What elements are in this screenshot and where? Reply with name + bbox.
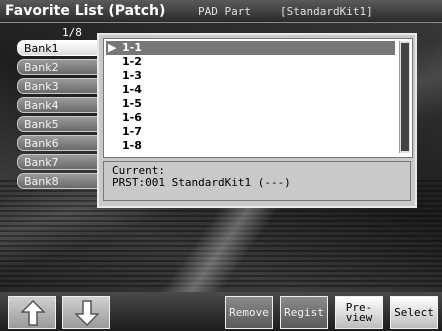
list-item-label: 1-1 [122, 41, 142, 54]
current-info-box: Current: PRST:001 StandardKit1 (---) [103, 161, 411, 201]
arrow-down-icon [75, 300, 99, 326]
list-item-label: 1-7 [122, 125, 142, 138]
page-title: Favorite List (Patch) [5, 3, 166, 19]
tab-bank2[interactable]: Bank2 [17, 59, 103, 75]
regist-button[interactable]: Regist [280, 296, 328, 329]
page-indicator: 1/8 [62, 26, 82, 39]
list-item-label: 1-4 [122, 83, 142, 96]
arrow-up-icon [21, 300, 45, 326]
list-item[interactable]: 1-7 [106, 125, 395, 139]
select-button[interactable]: Select [390, 296, 438, 329]
tab-bank8[interactable]: Bank8 [17, 173, 103, 189]
down-button[interactable] [62, 296, 110, 329]
remove-button[interactable]: Remove [225, 296, 273, 329]
list-item-label: 1-5 [122, 97, 142, 110]
list-item-label: 1-6 [122, 111, 142, 124]
kit-name: [StandardKit1] [280, 5, 373, 18]
preview-button[interactable]: Pre- view [335, 296, 383, 329]
list-item[interactable]: ▶ 1-1 [106, 41, 395, 55]
list-item-label: 1-8 [122, 139, 142, 152]
favorite-list: ▶ 1-1 1-2 1-3 1-4 1-5 1-6 1-7 1-8 [103, 38, 413, 158]
up-button[interactable] [8, 296, 56, 329]
list-item[interactable]: 1-2 [106, 55, 395, 69]
current-value: PRST:001 StandardKit1 (---) [112, 176, 291, 189]
list-item-label: 1-2 [122, 55, 142, 68]
tab-bank4[interactable]: Bank4 [17, 97, 103, 113]
part-label: PAD Part [198, 5, 251, 18]
favorite-list-panel: ▶ 1-1 1-2 1-3 1-4 1-5 1-6 1-7 1-8 Curren… [97, 33, 417, 208]
selected-marker-icon: ▶ [108, 41, 117, 54]
list-item[interactable]: 1-5 [106, 97, 395, 111]
scrollbar-thumb[interactable] [401, 43, 409, 151]
tab-bank3[interactable]: Bank3 [17, 78, 103, 94]
tab-bank6[interactable]: Bank6 [17, 135, 103, 151]
list-scrollbar[interactable] [399, 41, 410, 153]
list-item[interactable]: 1-3 [106, 69, 395, 83]
list-item[interactable]: 1-8 [106, 139, 395, 153]
tab-bank1[interactable]: Bank1 [17, 40, 103, 56]
list-item-label: 1-3 [122, 69, 142, 82]
tab-bank5[interactable]: Bank5 [17, 116, 103, 132]
tab-bank7[interactable]: Bank7 [17, 154, 103, 170]
title-bar: Favorite List (Patch) PAD Part [Standard… [0, 0, 442, 23]
list-item[interactable]: 1-4 [106, 83, 395, 97]
list-item[interactable]: 1-6 [106, 111, 395, 125]
